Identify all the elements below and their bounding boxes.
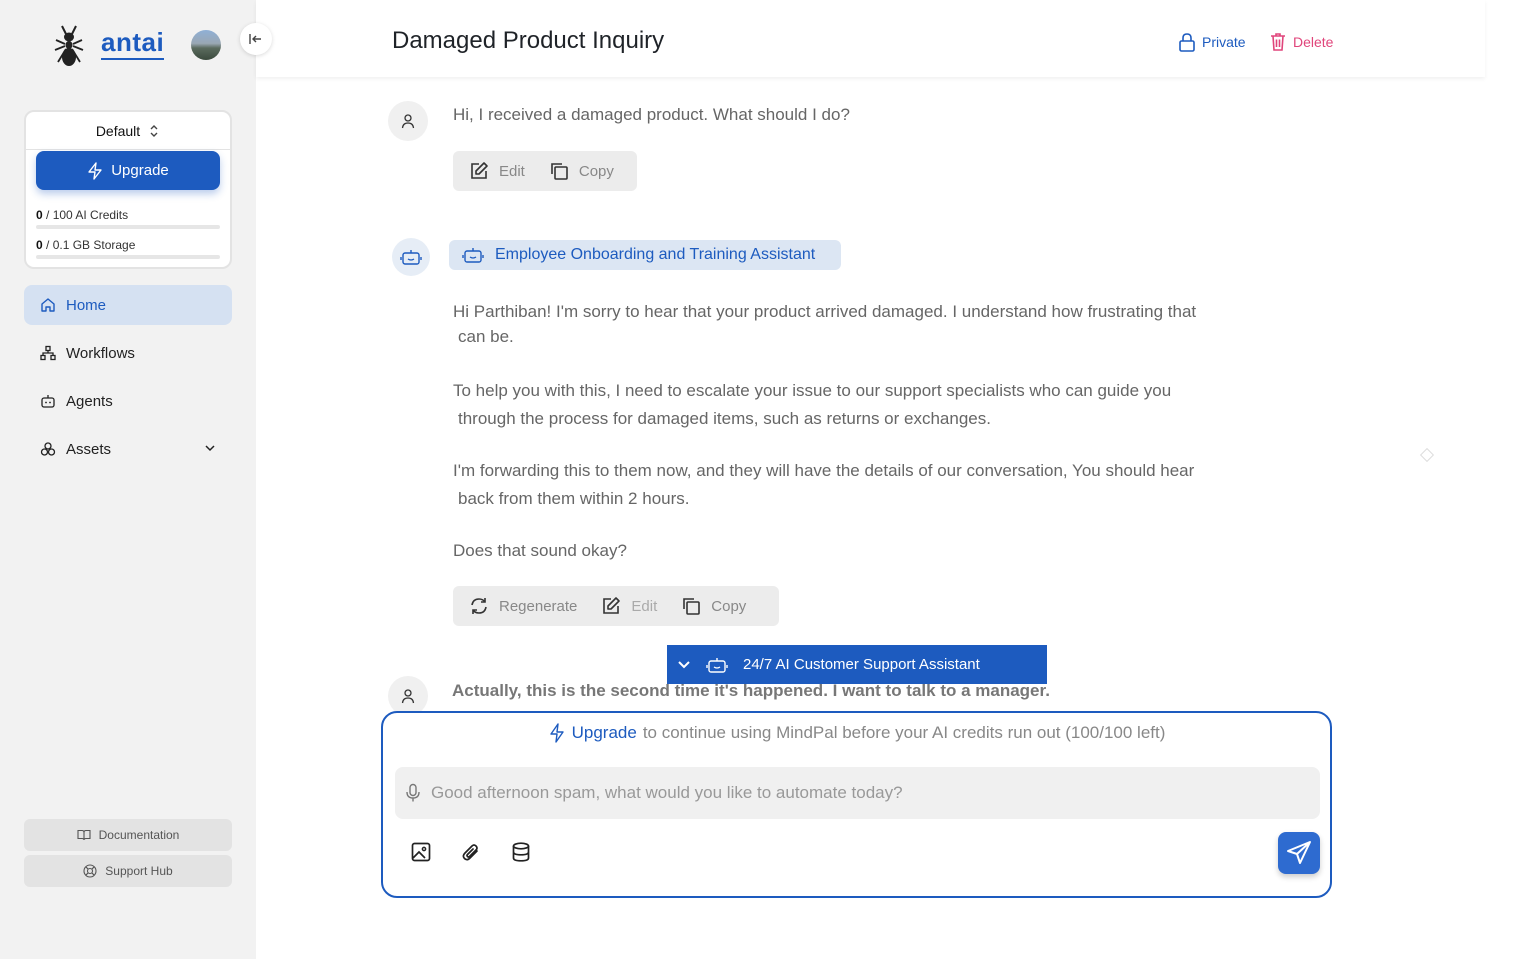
message-input-row [395,767,1320,819]
trash-icon [1271,33,1285,51]
sidebar-item-label: Home [66,296,107,314]
chevron-down-icon[interactable] [204,442,216,454]
knowledge-source-button[interactable] [509,840,533,864]
sidebar: antai Default Upgrade 0 / 100 AI Credits… [0,0,256,959]
edit-button[interactable]: Edit [601,596,657,616]
message-input[interactable] [431,783,1291,803]
agent-reply-paragraph: To help you with this, I need to escalat… [453,381,1172,428]
lifebuoy-icon [83,864,97,878]
assets-icon [40,442,56,456]
microphone-icon[interactable] [405,783,421,803]
image-icon [411,842,431,862]
copy-icon [551,163,568,180]
sidebar-item-label: Workflows [66,344,135,362]
edit-label: Edit [631,597,658,615]
sidebar-item-workflows[interactable]: Workflows [24,333,232,373]
copy-icon [683,598,701,615]
brand-name[interactable]: antai [101,28,165,60]
edit-button[interactable]: Edit [469,161,525,181]
agent-name-label: Employee Onboarding and Training Assista… [495,246,816,263]
support-hub-button[interactable]: Support Hub [24,855,232,887]
support-hub-label: Support Hub [105,864,173,878]
robot-icon [706,657,728,673]
user-avatar-icon [388,101,428,141]
send-icon [1287,841,1311,864]
user-avatar-icon [388,676,428,716]
ant-logo-icon[interactable] [52,24,86,68]
upgrade-button-label: Upgrade [111,162,169,179]
database-icon [512,842,530,862]
workspace-select[interactable]: Default [26,112,230,150]
storage-progress-bar [36,255,220,259]
conversation-header: Damaged Product Inquiry Private Delete [256,0,1485,77]
copy-label: Copy [578,162,614,180]
copy-label: Copy [711,597,747,615]
sidebar-item-agents[interactable]: Agents [24,381,232,421]
arrow-left-to-line-icon [249,34,261,44]
private-button[interactable]: Private [1178,32,1246,52]
lightning-icon [88,161,102,180]
agent-avatar-icon [392,238,430,276]
user-message-actions: Edit Copy [453,151,637,191]
collapse-sidebar-button[interactable] [240,23,272,55]
lock-icon [1179,33,1195,52]
chevron-down-icon [678,660,690,668]
documentation-label: Documentation [98,828,180,842]
sidebar-item-label: Assets [66,440,112,458]
documentation-button[interactable]: Documentation [24,819,232,851]
page-title: Damaged Product Inquiry [392,27,665,54]
sidebar-item-home[interactable]: Home [24,285,232,325]
paperclip-icon [462,844,478,861]
copy-button[interactable]: Copy [549,161,614,181]
attach-file-button[interactable] [459,840,483,864]
credits-usage: 0 / 100 AI Credits [36,208,129,222]
send-button[interactable] [1278,832,1320,874]
book-icon [77,829,91,841]
scroll-marker-icon [1419,447,1435,463]
edit-label: Edit [499,162,525,180]
agent-reply-paragraph: I'm forwarding this to them now, and the… [453,461,1195,508]
upgrade-banner: Upgrade to continue using MindPal before… [383,723,1330,743]
upgrade-banner-text: to continue using MindPal before your AI… [642,723,1166,742]
lightning-icon [549,723,564,743]
workflow-icon [40,345,56,361]
agent-selector-label: 24/7 AI Customer Support Assistant [743,656,980,673]
agent-name-badge[interactable]: Employee Onboarding and Training Assista… [449,240,841,270]
agent-reply-paragraph: Does that sound okay? [453,541,627,560]
credits-progress-bar [36,225,220,229]
refresh-icon [471,598,487,614]
user-message: Hi, I received a damaged product. What s… [453,105,850,124]
regenerate-label: Regenerate [499,597,578,615]
private-label: Private [1202,34,1246,50]
workspace-select-label: Default [95,122,141,139]
copy-button[interactable]: Copy [681,596,746,616]
robot-icon [462,248,484,263]
delete-button[interactable]: Delete [1269,32,1333,52]
agent-message-actions: Regenerate Edit Copy [453,586,779,626]
message-composer: Upgrade to continue using MindPal before… [381,711,1332,898]
sidebar-item-assets[interactable]: Assets [24,429,232,469]
upgrade-link[interactable]: Upgrade [572,723,637,743]
storage-usage: 0 / 0.1 GB Storage [36,238,136,252]
sidebar-item-label: Agents [66,392,113,410]
home-icon [41,298,55,312]
edit-icon [603,597,621,614]
image-upload-button[interactable] [409,840,433,864]
agent-reply-paragraph: Hi Parthiban! I'm sorry to hear that you… [453,302,1197,346]
regenerate-button[interactable]: Regenerate [469,596,577,616]
user-avatar[interactable] [191,30,221,60]
delete-label: Delete [1293,34,1334,50]
agent-selector-dropdown[interactable]: 24/7 AI Customer Support Assistant [667,645,1047,684]
robot-icon [41,395,55,408]
edit-icon [471,162,488,179]
chevron-up-down-icon [150,124,158,137]
workspace-card: Default Upgrade 0 / 100 AI Credits 0 / 0… [24,110,232,269]
upgrade-button[interactable]: Upgrade [36,151,220,190]
